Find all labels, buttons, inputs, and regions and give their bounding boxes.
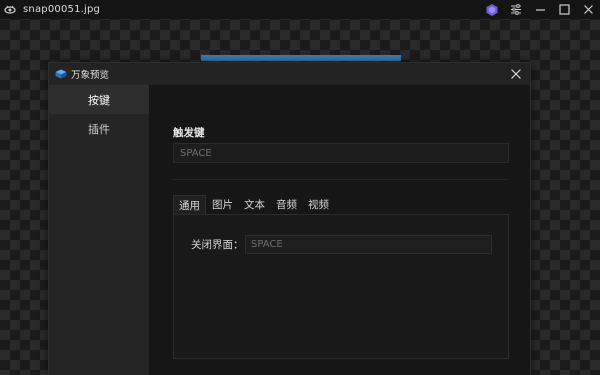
maximize-icon[interactable] (552, 0, 576, 19)
minimize-icon[interactable] (528, 0, 552, 19)
viewer-titlebar: snap00051.jpg (0, 0, 600, 19)
trigger-key-label: 触发键 (173, 127, 205, 139)
tab-text[interactable]: 文本 (239, 195, 270, 214)
preview-accent-bar (201, 55, 401, 61)
eye-icon (4, 4, 16, 16)
settings-sidebar: 按键 插件 (49, 85, 149, 375)
tab-label: 图片 (212, 199, 233, 211)
hex-badge-icon[interactable] (480, 0, 504, 19)
sidebar-item-label: 插件 (88, 122, 110, 136)
file-name: snap00051.jpg (23, 4, 101, 15)
dialog-title: 万象预览 (71, 70, 110, 81)
window-controls (480, 0, 600, 19)
sidebar-item-label: 按键 (88, 93, 110, 107)
tab-label: 文本 (244, 199, 265, 211)
settings-sliders-icon[interactable] (504, 0, 528, 19)
tab-general[interactable]: 通用 (173, 195, 206, 214)
dialog-close-button[interactable] (508, 66, 524, 82)
close-icon[interactable] (576, 0, 600, 19)
cube-logo-icon (55, 69, 67, 79)
sidebar-item-keys[interactable]: 按键 (49, 85, 149, 114)
close-icon (511, 69, 521, 79)
close-ui-key-input[interactable]: SPACE (245, 235, 492, 254)
tab-video[interactable]: 视频 (303, 195, 334, 214)
trigger-key-input[interactable]: SPACE (173, 143, 509, 163)
tab-label: 音频 (276, 199, 297, 211)
section-divider (173, 179, 509, 180)
tab-label: 通用 (179, 199, 200, 212)
settings-dialog: 万象预览 按键 插件 触发键 SPACE 通用 图片 文本 音频 视频 关闭界面… (48, 62, 531, 375)
tab-label: 视频 (308, 199, 329, 211)
general-tab-panel: 关闭界面： SPACE (173, 214, 509, 359)
sidebar-item-plugins[interactable]: 插件 (49, 114, 149, 143)
settings-content: 触发键 SPACE 通用 图片 文本 音频 视频 关闭界面： SPACE (149, 85, 530, 375)
tab-audio[interactable]: 音频 (271, 195, 302, 214)
settings-tabs: 通用 图片 文本 音频 视频 (173, 195, 335, 214)
image-viewer-window: snap00051.jpg 万象预览 按键 插件 触发键 SPACE 通用 图片… (0, 0, 600, 375)
tab-image[interactable]: 图片 (207, 195, 238, 214)
dialog-titlebar: 万象预览 (49, 63, 530, 85)
trigger-key-value: SPACE (180, 147, 212, 159)
close-ui-key-value: SPACE (251, 239, 283, 250)
close-ui-label: 关闭界面： (191, 239, 244, 251)
